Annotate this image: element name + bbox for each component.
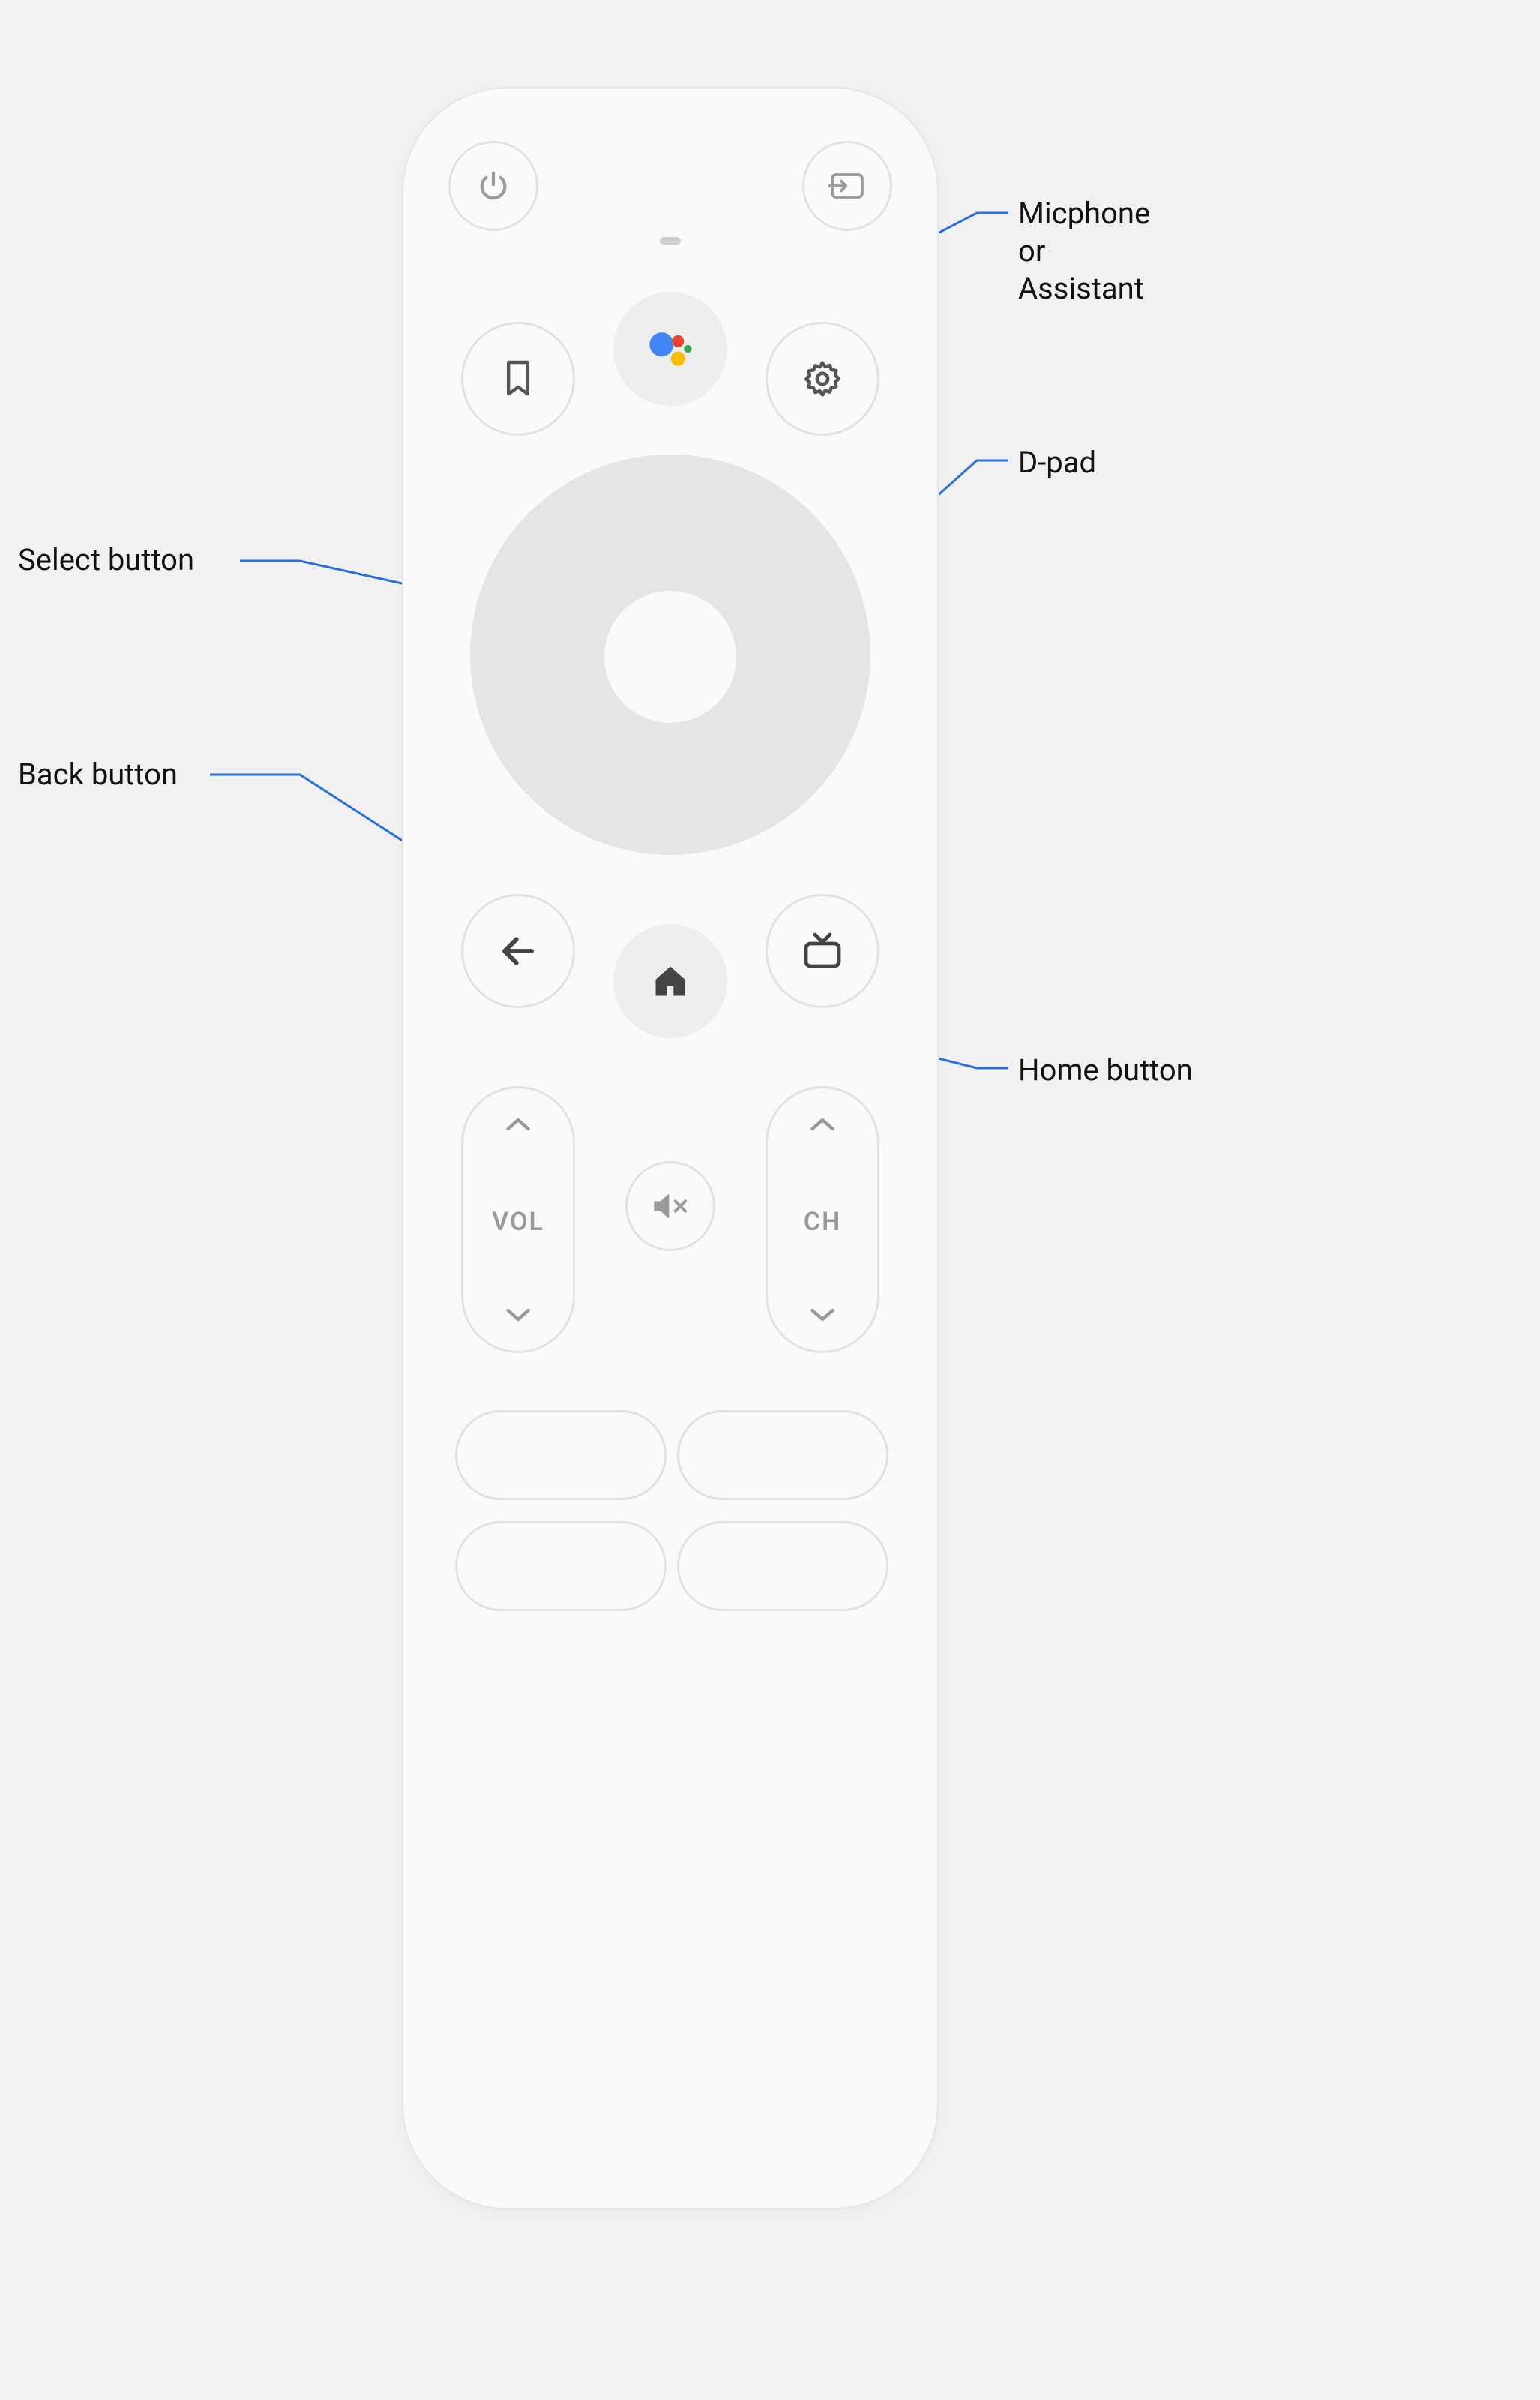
app-shortcut-1[interactable] bbox=[455, 1410, 667, 1500]
bookmark-button[interactable] bbox=[461, 322, 575, 436]
chevron-down-icon bbox=[463, 1306, 573, 1324]
input-icon bbox=[804, 143, 890, 229]
live-guide-button[interactable] bbox=[766, 894, 879, 1008]
gear-icon bbox=[768, 324, 877, 434]
channel-label: CH bbox=[768, 1207, 877, 1237]
tv-icon bbox=[768, 896, 877, 1006]
home-button[interactable] bbox=[613, 924, 727, 1038]
chevron-up-icon bbox=[768, 1115, 877, 1133]
chevron-down-icon bbox=[768, 1306, 877, 1324]
dpad-select-button[interactable] bbox=[604, 591, 736, 723]
volume-label: VOL bbox=[463, 1207, 573, 1237]
mute-icon bbox=[628, 1163, 713, 1249]
callout-select: Select button bbox=[18, 542, 194, 579]
assistant-button[interactable] bbox=[613, 292, 727, 406]
app-shortcut-4[interactable] bbox=[677, 1521, 888, 1611]
callout-back: Back button bbox=[18, 756, 178, 794]
callout-dpad: D-pad bbox=[1018, 444, 1096, 482]
back-arrow-icon bbox=[463, 896, 573, 1006]
app-shortcut-3[interactable] bbox=[455, 1521, 667, 1611]
volume-rocker[interactable]: VOL bbox=[461, 1086, 575, 1353]
app-shortcut-2[interactable] bbox=[677, 1410, 888, 1500]
callout-home: Home button bbox=[1018, 1052, 1193, 1089]
chevron-up-icon bbox=[463, 1115, 573, 1133]
power-icon bbox=[451, 143, 536, 229]
callout-microphone: Micphone or Assistant bbox=[1018, 195, 1333, 308]
power-button[interactable] bbox=[448, 141, 538, 231]
channel-rocker[interactable]: CH bbox=[766, 1086, 879, 1353]
assistant-icon bbox=[613, 292, 727, 406]
home-icon bbox=[613, 924, 727, 1038]
remote-body: VOL CH bbox=[402, 87, 939, 2210]
input-button[interactable] bbox=[802, 141, 892, 231]
settings-button[interactable] bbox=[766, 322, 879, 436]
microphone-led bbox=[660, 237, 681, 244]
mute-button[interactable] bbox=[625, 1161, 715, 1251]
back-button[interactable] bbox=[461, 894, 575, 1008]
bookmark-icon bbox=[463, 324, 573, 434]
